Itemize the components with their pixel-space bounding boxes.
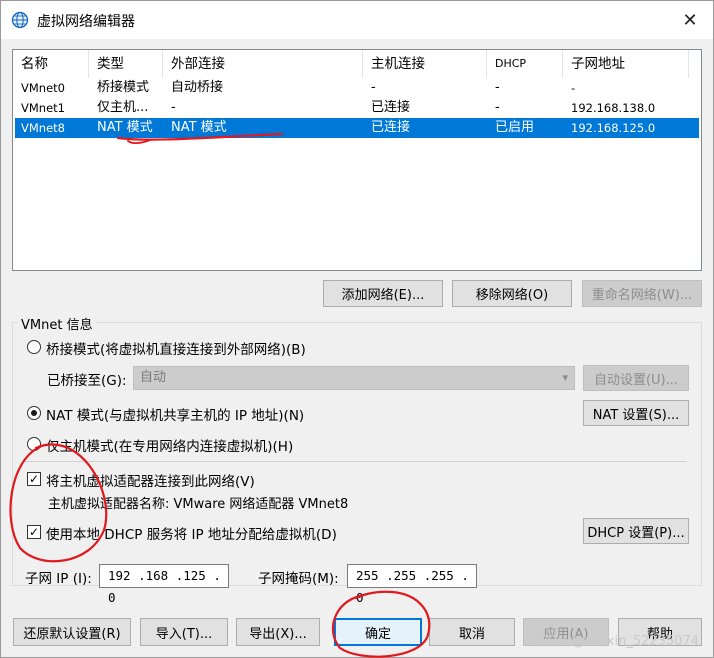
- connect-adapter-checkbox[interactable]: ✓: [27, 472, 41, 486]
- column-header-external[interactable]: 外部连接: [163, 50, 363, 78]
- cell-host: -: [371, 80, 376, 95]
- network-row[interactable]: VMnet0 桥接模式 自动桥接 - - -: [15, 78, 699, 98]
- cell-name: VMnet0: [21, 81, 65, 95]
- bridged-mode-radio[interactable]: [27, 340, 41, 354]
- restore-defaults-button[interactable]: 还原默认设置(R): [13, 618, 131, 646]
- vmnet-info-label: VMnet 信息: [18, 314, 96, 333]
- cell-external: -: [171, 100, 176, 115]
- subnet-ip-label: 子网 IP (I):: [25, 571, 92, 587]
- cell-dhcp: -: [495, 80, 500, 95]
- cell-subnet: 192.168.138.0: [571, 101, 656, 115]
- network-row-selected[interactable]: VMnet8 NAT 模式 NAT 模式 已连接 已启用 192.168.125…: [15, 118, 699, 138]
- column-header-subnet[interactable]: 子网地址: [563, 50, 689, 78]
- subnet-ip-input[interactable]: 192 .168 .125 . 0: [99, 564, 229, 605]
- globe-icon: [11, 11, 29, 29]
- title-bar: 虚拟网络编辑器 ✕: [1, 1, 713, 39]
- close-icon: ✕: [682, 9, 698, 31]
- ok-button[interactable]: 确定: [334, 618, 422, 646]
- cell-subnet: 192.168.125.0: [571, 121, 656, 135]
- remove-network-button[interactable]: 移除网络(O): [452, 280, 572, 307]
- rename-network-button[interactable]: 重命名网络(W)...: [582, 280, 702, 307]
- column-header-name[interactable]: 名称: [13, 50, 89, 78]
- cell-name: VMnet1: [21, 101, 65, 115]
- divider: [25, 461, 687, 462]
- cell-type: NAT 模式: [97, 120, 153, 135]
- export-button[interactable]: 导出(X)...: [236, 618, 320, 646]
- nat-mode-radio[interactable]: [27, 406, 41, 420]
- auto-settings-button[interactable]: 自动设置(U)...: [583, 365, 689, 391]
- host-only-label: 仅主机模式(在专用网络内连接虚拟机)(H): [46, 439, 294, 455]
- subnet-mask-label: 子网掩码(M):: [258, 571, 339, 587]
- cell-external: 自动桥接: [171, 80, 224, 95]
- dhcp-settings-button[interactable]: DHCP 设置(P)...: [583, 518, 689, 544]
- dhcp-checkbox[interactable]: ✓: [27, 525, 41, 539]
- network-list-header: 名称 类型 外部连接 主机连接 DHCP 子网地址: [13, 50, 701, 78]
- close-button[interactable]: ✕: [667, 1, 713, 39]
- nat-mode-label: NAT 模式(与虚拟机共享主机的 IP 地址)(N): [46, 408, 305, 424]
- cell-type: 仅主机...: [97, 100, 149, 115]
- cell-external: NAT 模式: [171, 120, 227, 135]
- bridged-to-value: 自动: [140, 370, 167, 385]
- cell-host: 已连接: [371, 120, 411, 135]
- bridged-to-select[interactable]: 自动 ▾: [133, 366, 575, 390]
- bridged-mode-label: 桥接模式(将虚拟机直接连接到外部网络)(B): [46, 342, 306, 358]
- nat-settings-button[interactable]: NAT 设置(S)...: [583, 400, 689, 426]
- virtual-network-editor-window: 虚拟网络编辑器 ✕ 名称 类型 外部连接 主机连接 DHCP 子网地址 VMne…: [0, 0, 714, 658]
- cell-type: 桥接模式: [97, 80, 150, 95]
- cell-name: VMnet8: [21, 121, 65, 135]
- network-list[interactable]: 名称 类型 外部连接 主机连接 DHCP 子网地址 VMnet0 桥接模式 自动…: [12, 49, 702, 271]
- subnet-mask-input[interactable]: 255 .255 .255 . 0: [347, 564, 477, 605]
- cell-dhcp: -: [495, 100, 500, 115]
- add-network-button[interactable]: 添加网络(E)...: [323, 280, 443, 307]
- bridged-to-label: 已桥接至(G):: [47, 373, 127, 389]
- cell-subnet: -: [571, 81, 576, 95]
- cell-host: 已连接: [371, 100, 411, 115]
- column-header-type[interactable]: 类型: [89, 50, 163, 78]
- column-header-dhcp[interactable]: DHCP: [487, 50, 563, 78]
- import-button[interactable]: 导入(T)...: [140, 618, 228, 646]
- dhcp-label: 使用本地 DHCP 服务将 IP 地址分配给虚拟机(D): [46, 527, 337, 543]
- cancel-button[interactable]: 取消: [429, 618, 515, 646]
- column-header-host[interactable]: 主机连接: [363, 50, 487, 78]
- network-row[interactable]: VMnet1 仅主机... - 已连接 - 192.168.138.0: [15, 98, 699, 118]
- chevron-down-icon: ▾: [562, 371, 568, 384]
- watermark-text: CSDN @weixin_52235074: [530, 634, 699, 649]
- connect-adapter-label: 将主机虚拟适配器连接到此网络(V): [46, 474, 255, 490]
- cell-dhcp: 已启用: [495, 120, 535, 135]
- window-title: 虚拟网络编辑器: [37, 14, 135, 30]
- adapter-name-text: 主机虚拟适配器名称: VMware 网络适配器 VMnet8: [48, 497, 349, 512]
- host-only-radio[interactable]: [27, 437, 41, 451]
